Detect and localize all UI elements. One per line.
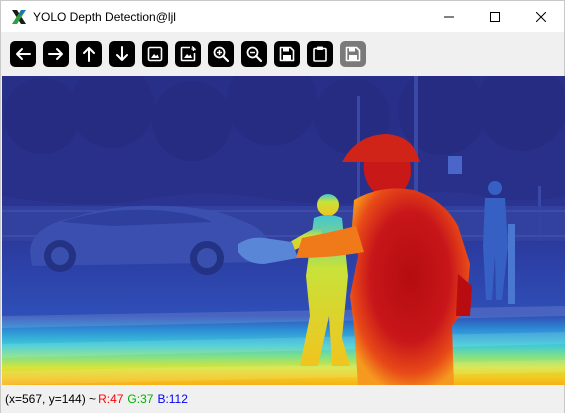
toolbar — [1, 32, 564, 76]
zoom-out-icon — [246, 46, 263, 63]
x-logo-icon — [12, 9, 26, 24]
pixel-red-value: R:47 — [98, 392, 124, 406]
maximize-icon — [490, 11, 500, 22]
minimize-icon — [444, 16, 454, 17]
up-button[interactable] — [76, 41, 102, 67]
arrow-up-icon — [83, 47, 95, 62]
save-disabled-icon — [345, 46, 361, 62]
cursor-coordinates: (x=567, y=144) ~ — [5, 392, 97, 406]
down-button[interactable] — [109, 41, 135, 67]
minimize-button[interactable] — [426, 1, 472, 32]
arrow-left-icon — [16, 48, 31, 60]
image-icon — [147, 46, 163, 62]
app-window: YOLO Depth Detection@ljl (x=567, y=144) … — [0, 0, 565, 413]
save-button[interactable] — [274, 41, 300, 67]
pixel-blue-value: B:112 — [157, 392, 188, 406]
zoom-in-icon — [213, 46, 230, 63]
clipboard-icon — [313, 46, 327, 62]
close-button[interactable] — [518, 1, 564, 32]
window-title: YOLO Depth Detection@ljl — [33, 9, 176, 24]
image-canvas[interactable] — [2, 76, 565, 385]
arrow-right-icon — [48, 48, 63, 60]
close-icon — [536, 11, 546, 22]
back-button[interactable] — [10, 41, 36, 67]
edit-image-button[interactable] — [175, 41, 201, 67]
open-image-button[interactable] — [142, 41, 168, 67]
forward-button[interactable] — [43, 41, 69, 67]
title-bar[interactable]: YOLO Depth Detection@ljl — [1, 1, 564, 32]
save-depth-button[interactable] — [340, 41, 366, 67]
copy-button[interactable] — [307, 41, 333, 67]
save-icon — [279, 46, 295, 62]
arrow-down-icon — [116, 46, 128, 61]
image-edit-icon — [180, 46, 196, 62]
pixel-green-value: G:37 — [127, 392, 154, 406]
zoom-out-button[interactable] — [241, 41, 267, 67]
zoom-in-button[interactable] — [208, 41, 234, 67]
depth-map-image — [2, 76, 565, 385]
maximize-button[interactable] — [472, 1, 518, 32]
status-bar: (x=567, y=144) ~ R:47 G:37 B:112 — [1, 385, 564, 413]
